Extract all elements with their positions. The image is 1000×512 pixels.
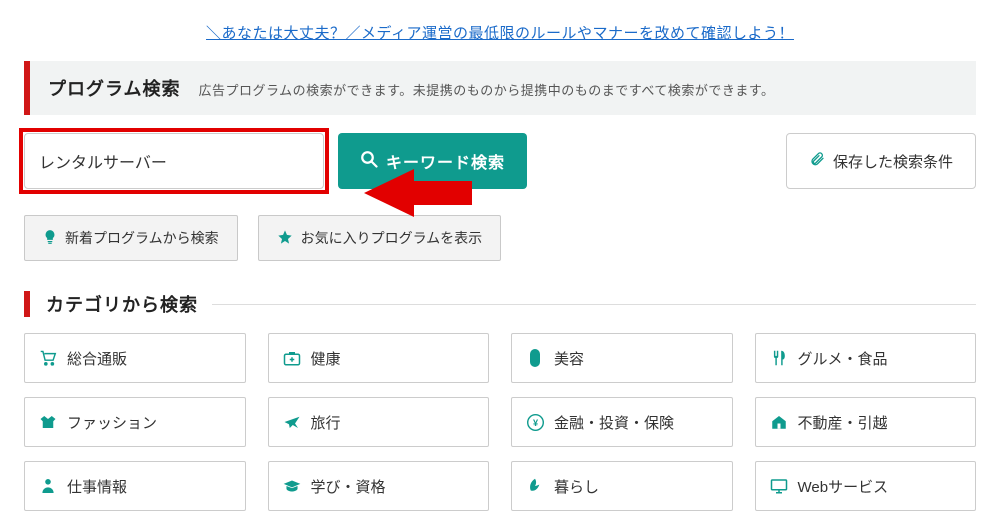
favorites-label: お気に入りプログラムを表示 bbox=[301, 228, 483, 248]
category-label: 美容 bbox=[554, 348, 584, 369]
category-label: 学び・資格 bbox=[311, 476, 386, 497]
secondary-buttons-row: 新着プログラムから検索 お気に入りプログラムを表示 bbox=[24, 215, 976, 261]
shirt-icon bbox=[39, 413, 57, 431]
medkit-icon bbox=[283, 349, 301, 367]
saved-search-button[interactable]: 保存した検索条件 bbox=[786, 133, 976, 189]
category-gourmet[interactable]: グルメ・食品 bbox=[755, 333, 977, 383]
notice-banner: ＼あなたは大丈夫？／メディア運営の最低限のルールやマナーを改めて確認しよう！ bbox=[0, 0, 1000, 61]
category-grid: 総合通販 健康 美容 グルメ・食品 ファッション 旅行 ¥ 金融・投資・保険 bbox=[24, 333, 976, 511]
category-label: ファッション bbox=[67, 412, 157, 433]
search-input-wrap bbox=[24, 133, 324, 189]
plane-icon bbox=[283, 413, 301, 431]
category-label: 旅行 bbox=[311, 412, 341, 433]
category-section-header: カテゴリから検索 bbox=[24, 291, 976, 317]
category-general-shopping[interactable]: 総合通販 bbox=[24, 333, 246, 383]
category-label: 健康 bbox=[311, 348, 341, 369]
category-learning[interactable]: 学び・資格 bbox=[268, 461, 490, 511]
keyword-input[interactable] bbox=[24, 133, 324, 189]
house-icon bbox=[770, 413, 788, 431]
svg-text:¥: ¥ bbox=[532, 418, 538, 428]
category-fashion[interactable]: ファッション bbox=[24, 397, 246, 447]
person-icon bbox=[39, 477, 57, 495]
yen-icon: ¥ bbox=[526, 413, 544, 431]
category-finance[interactable]: ¥ 金融・投資・保険 bbox=[511, 397, 733, 447]
category-realestate[interactable]: 不動産・引越 bbox=[755, 397, 977, 447]
category-health[interactable]: 健康 bbox=[268, 333, 490, 383]
lipstick-icon bbox=[526, 349, 544, 367]
category-travel[interactable]: 旅行 bbox=[268, 397, 490, 447]
lightbulb-icon bbox=[43, 229, 57, 248]
category-jobs[interactable]: 仕事情報 bbox=[24, 461, 246, 511]
program-search-title: プログラム検索 bbox=[48, 75, 180, 101]
program-search-header: プログラム検索 広告プログラムの検索ができます。未提携のものから提携中のものまで… bbox=[24, 61, 976, 115]
category-label: 総合通販 bbox=[67, 348, 127, 369]
leaf-icon bbox=[526, 477, 544, 495]
graduation-cap-icon bbox=[283, 477, 301, 495]
star-icon bbox=[277, 229, 293, 248]
new-programs-label: 新着プログラムから検索 bbox=[65, 228, 219, 248]
monitor-icon bbox=[770, 477, 788, 495]
category-label: グルメ・食品 bbox=[798, 348, 888, 369]
category-label: 仕事情報 bbox=[67, 476, 127, 497]
category-beauty[interactable]: 美容 bbox=[511, 333, 733, 383]
search-row: キーワード検索 保存した検索条件 bbox=[24, 133, 976, 189]
keyword-search-label: キーワード検索 bbox=[386, 149, 505, 173]
cart-icon bbox=[39, 349, 57, 367]
search-icon bbox=[360, 150, 378, 173]
favorites-button[interactable]: お気に入りプログラムを表示 bbox=[258, 215, 502, 261]
notice-link[interactable]: ＼あなたは大丈夫？／メディア運営の最低限のルールやマナーを改めて確認しよう！ bbox=[206, 25, 794, 42]
category-section-title: カテゴリから検索 bbox=[24, 291, 212, 317]
category-webservices[interactable]: Webサービス bbox=[755, 461, 977, 511]
category-label: 暮らし bbox=[554, 476, 599, 497]
utensils-icon bbox=[770, 349, 788, 367]
new-programs-button[interactable]: 新着プログラムから検索 bbox=[24, 215, 238, 261]
category-lifestyle[interactable]: 暮らし bbox=[511, 461, 733, 511]
category-label: Webサービス bbox=[798, 476, 889, 497]
category-label: 金融・投資・保険 bbox=[554, 412, 674, 433]
category-label: 不動産・引越 bbox=[798, 412, 888, 433]
paperclip-icon bbox=[809, 151, 825, 171]
program-search-description: 広告プログラムの検索ができます。未提携のものから提携中のものまですべて検索ができ… bbox=[198, 80, 774, 99]
keyword-search-button[interactable]: キーワード検索 bbox=[338, 133, 527, 189]
saved-search-label: 保存した検索条件 bbox=[833, 151, 953, 172]
